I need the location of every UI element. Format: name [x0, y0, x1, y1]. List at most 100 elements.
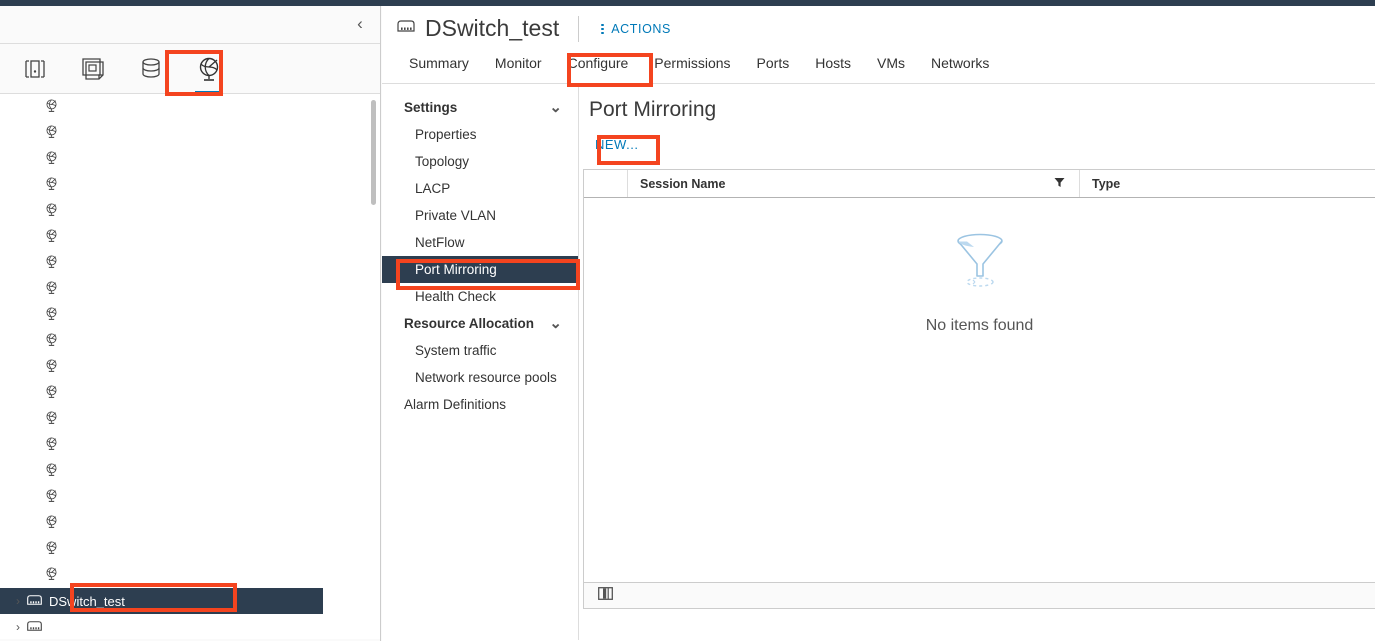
- object-header: DSwitch_test ACTIONS: [382, 6, 1375, 51]
- tree-rows-container: › DSwitch_test ›: [0, 94, 380, 639]
- tree-item-network[interactable]: [0, 562, 380, 588]
- nav-item-topology[interactable]: Topology: [382, 148, 578, 175]
- inventory-icon-tabs: [0, 44, 380, 94]
- chevron-down-icon[interactable]: ⌄: [549, 104, 562, 112]
- nav-item-label: Network resource pools: [415, 370, 557, 385]
- tree-item-network[interactable]: [0, 510, 380, 536]
- networking-icon: [44, 462, 59, 480]
- tab-networks[interactable]: Networks: [918, 51, 1002, 79]
- new-session-button[interactable]: NEW...: [591, 134, 642, 155]
- tree-expand-caret[interactable]: ›: [10, 620, 26, 634]
- chevron-down-icon[interactable]: ⌄: [549, 320, 562, 328]
- nav-item-port-mirroring[interactable]: Port Mirroring: [382, 256, 578, 283]
- nav-item-label: NetFlow: [415, 235, 465, 250]
- tab-label: Summary: [409, 55, 469, 71]
- tree-item-dswitch-other[interactable]: ›: [0, 614, 380, 639]
- nav-item-label: Private VLAN: [415, 208, 496, 223]
- tree-item-network[interactable]: [0, 276, 380, 302]
- tab-configure[interactable]: Configure: [555, 51, 642, 79]
- tree-item-network[interactable]: [0, 354, 380, 380]
- tree-expand-caret[interactable]: ›: [10, 594, 26, 608]
- distributed-switch-icon: [26, 619, 43, 636]
- tree-item-network[interactable]: [0, 536, 380, 562]
- content-area: DSwitch_test ACTIONS Summary Monitor Confi…: [382, 6, 1375, 641]
- grid-column-type[interactable]: Type: [1080, 170, 1375, 197]
- networking-icon: [44, 384, 59, 402]
- inventory-tab-vms-and-templates[interactable]: [64, 44, 122, 94]
- nav-group-settings[interactable]: Settings⌄: [382, 94, 578, 121]
- settings-nav: Settings⌄ Properties Topology LACP Private V…: [382, 84, 579, 640]
- nav-item-private-vlan[interactable]: Private VLAN: [382, 202, 578, 229]
- grid-column-session-name[interactable]: Session Name: [628, 170, 1080, 197]
- networking-icon: [44, 254, 59, 272]
- tree-item-network[interactable]: [0, 432, 380, 458]
- tab-hosts[interactable]: Hosts: [802, 51, 864, 79]
- nav-item-health-check[interactable]: Health Check: [382, 283, 578, 310]
- nav-item-label: Properties: [415, 127, 477, 142]
- tab-permissions[interactable]: Permissions: [641, 51, 743, 79]
- storage-icon: [139, 56, 163, 82]
- networking-icon: [44, 280, 59, 298]
- nav-item-label: Alarm Definitions: [404, 397, 506, 412]
- funnel-icon: [949, 230, 1011, 295]
- nav-item-properties[interactable]: Properties: [382, 121, 578, 148]
- networking-icon: [44, 124, 59, 142]
- tab-summary[interactable]: Summary: [396, 51, 482, 79]
- tree-item-network[interactable]: [0, 172, 380, 198]
- tree-item-network[interactable]: [0, 198, 380, 224]
- filter-icon[interactable]: [1054, 177, 1065, 191]
- tree-item-network[interactable]: [0, 302, 380, 328]
- tree-item-network[interactable]: [0, 484, 380, 510]
- networking-icon: [44, 306, 59, 324]
- networking-icon: [44, 176, 59, 194]
- networking-icon: [44, 540, 59, 558]
- nav-group-label: Resource Allocation: [404, 316, 534, 331]
- new-button-wrap: NEW...: [579, 122, 1375, 155]
- nav-item-network-resource-pools[interactable]: Network resource pools: [382, 364, 578, 391]
- grid-column-session-name-label: Session Name: [640, 177, 725, 191]
- tab-ports[interactable]: Ports: [744, 51, 803, 79]
- tree-item-network[interactable]: [0, 250, 380, 276]
- tab-vms[interactable]: VMs: [864, 51, 918, 79]
- tree-item-network[interactable]: [0, 406, 380, 432]
- tree-item-network[interactable]: [0, 120, 380, 146]
- tree-item-label: DSwitch_test: [49, 594, 125, 609]
- inventory-tab-networking[interactable]: [180, 44, 238, 94]
- nav-item-label: Health Check: [415, 289, 496, 304]
- tree-item-network[interactable]: [0, 224, 380, 250]
- tab-monitor[interactable]: Monitor: [482, 51, 555, 79]
- networking-icon: [44, 436, 59, 454]
- column-selector-icon[interactable]: [598, 587, 613, 605]
- inventory-tab-storage[interactable]: [122, 44, 180, 94]
- nav-item-netflow[interactable]: NetFlow: [382, 229, 578, 256]
- actions-menu-button[interactable]: ACTIONS: [598, 21, 671, 37]
- nav-item-label: Port Mirroring: [415, 262, 497, 277]
- tree-item-network[interactable]: [0, 146, 380, 172]
- nav-item-alarm-definitions[interactable]: Alarm Definitions: [382, 391, 578, 418]
- nav-item-label: Topology: [415, 154, 469, 169]
- inventory-tree[interactable]: › DSwitch_test ›: [0, 94, 380, 639]
- networking-icon: [44, 150, 59, 168]
- networking-icon: [44, 488, 59, 506]
- chevron-left-icon[interactable]: ‹: [350, 14, 370, 34]
- grid-body-empty: No items found: [584, 198, 1375, 582]
- tree-item-network[interactable]: [0, 328, 380, 354]
- nav-group-resource-allocation[interactable]: Resource Allocation ⌄: [382, 310, 578, 337]
- grid-column-type-label: Type: [1092, 177, 1120, 191]
- nav-item-system-traffic[interactable]: System traffic: [382, 337, 578, 364]
- port-mirroring-grid: Session Name Type: [583, 169, 1375, 609]
- nav-item-lacp[interactable]: LACP: [382, 175, 578, 202]
- tree-item-network[interactable]: [0, 94, 380, 120]
- tab-label: Permissions: [654, 55, 730, 71]
- tab-label: Hosts: [815, 55, 851, 71]
- inventory-tab-hosts-and-clusters[interactable]: [6, 44, 64, 94]
- grid-footer: [584, 582, 1375, 608]
- networking-icon: [44, 98, 59, 116]
- tree-item-dswitch-test[interactable]: › DSwitch_test: [0, 588, 323, 614]
- tree-item-network[interactable]: [0, 380, 380, 406]
- tab-label: Monitor: [495, 55, 542, 71]
- kebab-menu-icon: [598, 21, 608, 37]
- tree-item-network[interactable]: [0, 458, 380, 484]
- tab-label: VMs: [877, 55, 905, 71]
- grid-select-all-cell[interactable]: [584, 170, 628, 197]
